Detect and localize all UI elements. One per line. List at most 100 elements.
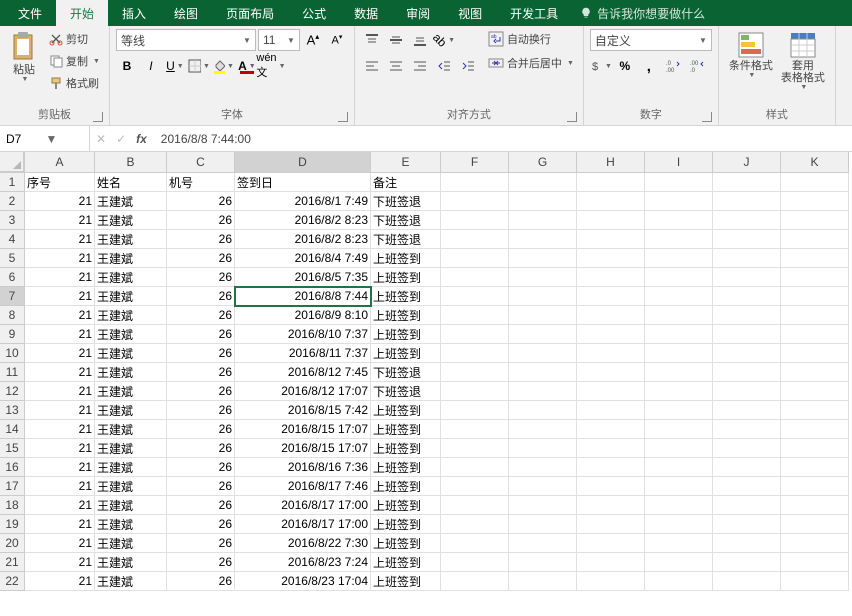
column-header-B[interactable]: B bbox=[95, 152, 167, 173]
increase-indent-button[interactable] bbox=[457, 55, 479, 77]
cell-C14[interactable]: 26 bbox=[167, 420, 235, 439]
cell-G19[interactable] bbox=[509, 515, 577, 534]
number-format-combo[interactable]: 自定义▼ bbox=[590, 29, 712, 51]
cell-D10[interactable]: 2016/8/11 7:37 bbox=[235, 344, 371, 363]
column-header-A[interactable]: A bbox=[25, 152, 95, 173]
cell-A13[interactable]: 21 bbox=[25, 401, 95, 420]
cell-D15[interactable]: 2016/8/15 17:07 bbox=[235, 439, 371, 458]
cell-J17[interactable] bbox=[713, 477, 781, 496]
row-header-21[interactable]: 21 bbox=[0, 553, 25, 572]
tab-view[interactable]: 视图 bbox=[444, 0, 496, 26]
cell-B20[interactable]: 王建斌 bbox=[95, 534, 167, 553]
cell-K22[interactable] bbox=[781, 572, 849, 591]
cell-B7[interactable]: 王建斌 bbox=[95, 287, 167, 306]
cell-B18[interactable]: 王建斌 bbox=[95, 496, 167, 515]
cell-C21[interactable]: 26 bbox=[167, 553, 235, 572]
merge-center-button[interactable]: 合并后居中▼ bbox=[485, 53, 577, 73]
row-header-8[interactable]: 8 bbox=[0, 306, 25, 325]
cell-J10[interactable] bbox=[713, 344, 781, 363]
cell-G9[interactable] bbox=[509, 325, 577, 344]
cell-B8[interactable]: 王建斌 bbox=[95, 306, 167, 325]
cell-F20[interactable] bbox=[441, 534, 509, 553]
cell-B19[interactable]: 王建斌 bbox=[95, 515, 167, 534]
cell-B9[interactable]: 王建斌 bbox=[95, 325, 167, 344]
cell-J20[interactable] bbox=[713, 534, 781, 553]
cell-A4[interactable]: 21 bbox=[25, 230, 95, 249]
cell-G15[interactable] bbox=[509, 439, 577, 458]
cell-I19[interactable] bbox=[645, 515, 713, 534]
cell-G1[interactable] bbox=[509, 173, 577, 192]
cell-G2[interactable] bbox=[509, 192, 577, 211]
cell-D11[interactable]: 2016/8/12 7:45 bbox=[235, 363, 371, 382]
cell-I1[interactable] bbox=[645, 173, 713, 192]
cell-A14[interactable]: 21 bbox=[25, 420, 95, 439]
cell-F13[interactable] bbox=[441, 401, 509, 420]
row-header-9[interactable]: 9 bbox=[0, 325, 25, 344]
cell-F6[interactable] bbox=[441, 268, 509, 287]
cell-B5[interactable]: 王建斌 bbox=[95, 249, 167, 268]
cell-C9[interactable]: 26 bbox=[167, 325, 235, 344]
cell-D1[interactable]: 签到日 bbox=[235, 173, 371, 192]
cell-A2[interactable]: 21 bbox=[25, 192, 95, 211]
cell-H12[interactable] bbox=[577, 382, 645, 401]
cell-D9[interactable]: 2016/8/10 7:37 bbox=[235, 325, 371, 344]
cell-I18[interactable] bbox=[645, 496, 713, 515]
bold-button[interactable]: B bbox=[116, 55, 138, 77]
cell-H18[interactable] bbox=[577, 496, 645, 515]
cell-A15[interactable]: 21 bbox=[25, 439, 95, 458]
cell-I6[interactable] bbox=[645, 268, 713, 287]
cell-J21[interactable] bbox=[713, 553, 781, 572]
cell-K20[interactable] bbox=[781, 534, 849, 553]
cell-C2[interactable]: 26 bbox=[167, 192, 235, 211]
cell-G16[interactable] bbox=[509, 458, 577, 477]
cell-C19[interactable]: 26 bbox=[167, 515, 235, 534]
cell-J13[interactable] bbox=[713, 401, 781, 420]
cell-F15[interactable] bbox=[441, 439, 509, 458]
cell-I14[interactable] bbox=[645, 420, 713, 439]
row-header-2[interactable]: 2 bbox=[0, 192, 25, 211]
row-header-14[interactable]: 14 bbox=[0, 420, 25, 439]
cell-H11[interactable] bbox=[577, 363, 645, 382]
cell-D17[interactable]: 2016/8/17 7:46 bbox=[235, 477, 371, 496]
cell-E19[interactable]: 上班签到 bbox=[371, 515, 441, 534]
cell-J18[interactable] bbox=[713, 496, 781, 515]
name-box[interactable]: D7 ▼ bbox=[0, 126, 90, 151]
cell-E22[interactable]: 上班签到 bbox=[371, 572, 441, 591]
cell-C22[interactable]: 26 bbox=[167, 572, 235, 591]
cell-F4[interactable] bbox=[441, 230, 509, 249]
tab-page-layout[interactable]: 页面布局 bbox=[212, 0, 288, 26]
cell-I11[interactable] bbox=[645, 363, 713, 382]
cell-I5[interactable] bbox=[645, 249, 713, 268]
cell-C4[interactable]: 26 bbox=[167, 230, 235, 249]
font-size-combo[interactable]: 11▼ bbox=[258, 29, 300, 51]
cell-D18[interactable]: 2016/8/17 17:00 bbox=[235, 496, 371, 515]
cell-A11[interactable]: 21 bbox=[25, 363, 95, 382]
cell-D5[interactable]: 2016/8/4 7:49 bbox=[235, 249, 371, 268]
cell-J6[interactable] bbox=[713, 268, 781, 287]
cell-K3[interactable] bbox=[781, 211, 849, 230]
cell-H20[interactable] bbox=[577, 534, 645, 553]
row-header-17[interactable]: 17 bbox=[0, 477, 25, 496]
cell-K16[interactable] bbox=[781, 458, 849, 477]
cell-B17[interactable]: 王建斌 bbox=[95, 477, 167, 496]
cell-F21[interactable] bbox=[441, 553, 509, 572]
cell-I15[interactable] bbox=[645, 439, 713, 458]
cell-D12[interactable]: 2016/8/12 17:07 bbox=[235, 382, 371, 401]
cell-J16[interactable] bbox=[713, 458, 781, 477]
cell-F10[interactable] bbox=[441, 344, 509, 363]
cell-A12[interactable]: 21 bbox=[25, 382, 95, 401]
cell-H7[interactable] bbox=[577, 287, 645, 306]
align-top-button[interactable] bbox=[361, 29, 383, 51]
cell-G21[interactable] bbox=[509, 553, 577, 572]
cell-E7[interactable]: 上班签到 bbox=[371, 287, 441, 306]
cell-D7[interactable]: 2016/8/8 7:44 bbox=[235, 287, 371, 306]
row-header-19[interactable]: 19 bbox=[0, 515, 25, 534]
cell-G11[interactable] bbox=[509, 363, 577, 382]
cell-K13[interactable] bbox=[781, 401, 849, 420]
cell-F8[interactable] bbox=[441, 306, 509, 325]
cut-button[interactable]: 剪切 bbox=[46, 29, 103, 49]
cell-G18[interactable] bbox=[509, 496, 577, 515]
cell-A10[interactable]: 21 bbox=[25, 344, 95, 363]
cell-H2[interactable] bbox=[577, 192, 645, 211]
cell-E21[interactable]: 上班签到 bbox=[371, 553, 441, 572]
